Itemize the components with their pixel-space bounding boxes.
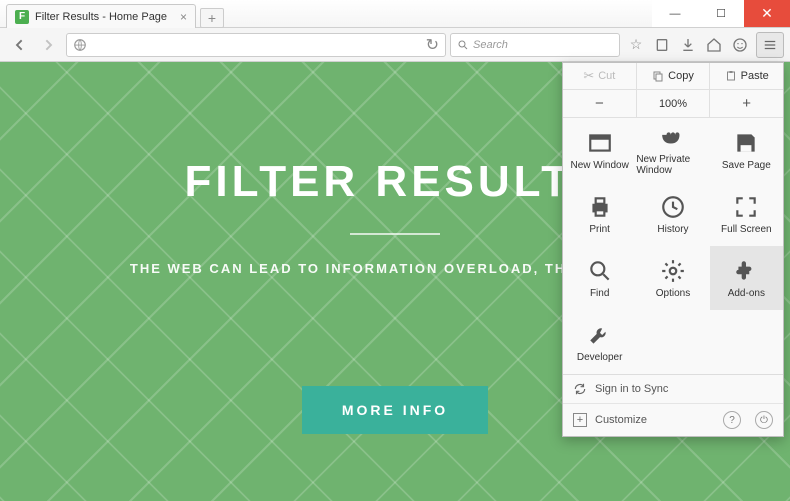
divider: [350, 233, 440, 235]
copy-icon: [652, 70, 664, 82]
zoom-level[interactable]: 100%: [636, 90, 710, 117]
sync-icon: [573, 382, 587, 396]
menu-new-window[interactable]: New Window: [563, 118, 636, 182]
copy-button[interactable]: Copy: [636, 63, 710, 89]
menu-options[interactable]: Options: [636, 246, 709, 310]
cut-label: Cut: [598, 70, 615, 82]
zoom-in-button[interactable]: +: [709, 90, 783, 117]
cut-button[interactable]: ✂ Cut: [563, 63, 636, 89]
menu-footer: Sign in to Sync + Customize ? ⏻: [563, 374, 783, 436]
help-button[interactable]: ?: [723, 411, 741, 429]
menu-full-screen[interactable]: Full Screen: [710, 182, 783, 246]
back-button[interactable]: [6, 32, 32, 58]
window-close-button[interactable]: ✕: [744, 0, 790, 27]
tab-active[interactable]: F Filter Results - Home Page ×: [6, 4, 196, 28]
label: History: [657, 224, 688, 235]
history-icon: [660, 194, 686, 220]
tab-title: Filter Results - Home Page: [35, 11, 167, 23]
label: Add-ons: [728, 288, 765, 299]
globe-icon: [73, 38, 87, 52]
menu-addons[interactable]: Add-ons: [710, 246, 783, 310]
puzzle-icon: [733, 258, 759, 284]
search-box[interactable]: Search: [450, 33, 620, 57]
label: Developer: [577, 352, 623, 363]
menu-save-page[interactable]: Save Page: [710, 118, 783, 182]
scissors-icon: ✂: [583, 68, 594, 84]
downloads-button[interactable]: [676, 32, 700, 58]
wrench-icon: [587, 322, 613, 348]
fullscreen-icon: [733, 194, 759, 220]
sign-in-sync[interactable]: Sign in to Sync: [563, 375, 783, 403]
bookmark-star-button[interactable]: ☆: [624, 32, 648, 58]
nav-toolbar: ↻ Search ☆: [0, 28, 790, 62]
menu-grid: New Window New Private Window Save Page …: [563, 118, 783, 374]
label: Customize: [595, 414, 647, 426]
power-button[interactable]: ⏻: [755, 411, 773, 429]
menu-print[interactable]: Print: [563, 182, 636, 246]
menu-button[interactable]: [756, 32, 784, 58]
menu-developer[interactable]: Developer: [563, 310, 636, 374]
paste-button[interactable]: Paste: [709, 63, 783, 89]
gear-icon: [660, 258, 686, 284]
tab-close-button[interactable]: ×: [180, 10, 187, 24]
copy-label: Copy: [668, 70, 694, 82]
label: Find: [590, 288, 609, 299]
home-button[interactable]: [702, 32, 726, 58]
find-icon: [587, 258, 613, 284]
window-icon: [587, 130, 613, 156]
menu-empty: [710, 310, 783, 374]
more-info-button[interactable]: MORE INFO: [302, 386, 488, 434]
label: New Private Window: [636, 154, 709, 176]
zoom-out-button[interactable]: −: [563, 90, 636, 117]
search-icon: [457, 39, 469, 51]
window-minimize-button[interactable]: —: [652, 0, 698, 27]
label: Options: [656, 288, 690, 299]
customize-icon: +: [573, 413, 587, 427]
mask-icon: [660, 124, 686, 150]
paste-icon: [725, 70, 737, 82]
customize-row[interactable]: + Customize ? ⏻: [563, 403, 783, 436]
label: New Window: [570, 160, 628, 171]
minus-icon: −: [595, 95, 604, 112]
search-placeholder: Search: [473, 39, 508, 51]
zoom-row: − 100% +: [563, 90, 783, 118]
chat-icon[interactable]: [728, 32, 752, 58]
label: Full Screen: [721, 224, 772, 235]
menu-empty: [636, 310, 709, 374]
toolbar-icons: ☆: [624, 32, 752, 58]
menu-new-private-window[interactable]: New Private Window: [636, 118, 709, 182]
menu-find[interactable]: Find: [563, 246, 636, 310]
plus-icon: +: [742, 95, 751, 112]
reading-list-button[interactable]: [650, 32, 674, 58]
edit-row: ✂ Cut Copy Paste: [563, 63, 783, 90]
reload-button[interactable]: ↻: [426, 35, 439, 55]
label: Sign in to Sync: [595, 383, 668, 395]
forward-button[interactable]: [36, 32, 62, 58]
app-menu-panel: ✂ Cut Copy Paste − 100% + New Window New …: [562, 62, 784, 437]
new-tab-button[interactable]: +: [200, 8, 224, 28]
print-icon: [587, 194, 613, 220]
label: Save Page: [722, 160, 771, 171]
window-maximize-button[interactable]: ☐: [698, 0, 744, 27]
save-icon: [733, 130, 759, 156]
tab-strip: F Filter Results - Home Page × +: [6, 0, 224, 28]
menu-history[interactable]: History: [636, 182, 709, 246]
label: Print: [589, 224, 610, 235]
tab-favicon: F: [15, 10, 29, 24]
paste-label: Paste: [741, 70, 769, 82]
url-bar[interactable]: ↻: [66, 33, 446, 57]
